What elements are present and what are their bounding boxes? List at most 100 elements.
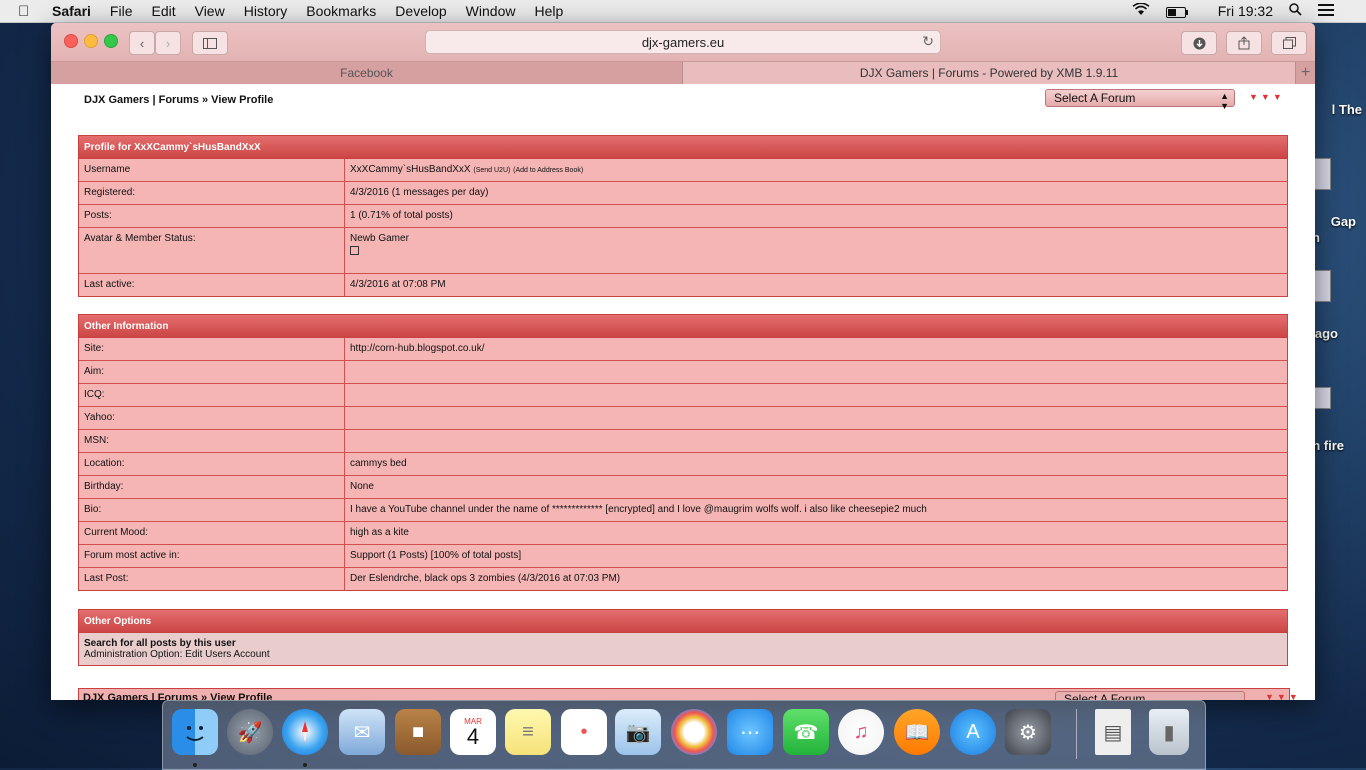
notes-icon[interactable]: ≡ [505, 709, 551, 755]
other-information-table: Other Information Site: http://corn-hub.… [78, 314, 1288, 591]
show-all-tabs-button[interactable] [1271, 31, 1307, 55]
search-posts-link[interactable]: Search for all posts by this user [84, 638, 1282, 649]
tab-djx-gamers[interactable]: DJX Gamers | Forums - Powered by XMB 1.9… [683, 62, 1296, 84]
address-text: djx-gamers.eu [641, 34, 725, 50]
menu-bookmarks[interactable]: Bookmarks [306, 3, 376, 19]
photos-icon[interactable] [671, 709, 717, 755]
row-value [345, 430, 1287, 452]
menubar-clock[interactable]: Fri 19:32 [1218, 3, 1273, 19]
reload-icon[interactable]: ↻ [922, 33, 934, 50]
notification-center-icon[interactable] [1318, 3, 1350, 19]
row-label: ICQ: [79, 384, 345, 406]
zoom-window-button[interactable] [104, 34, 118, 48]
trash-icon[interactable]: ▮ [1149, 709, 1189, 755]
table-row: ICQ: [79, 384, 1287, 407]
menu-app-safari[interactable]: Safari [52, 3, 91, 19]
minimize-window-button[interactable] [84, 34, 98, 48]
forum-most-active-link[interactable]: Support (1 Posts) [100% of total posts] [345, 545, 1287, 567]
back-button[interactable]: ‹ [129, 31, 155, 55]
bottom-forum-select-dropdown[interactable]: Select A Forum [1055, 691, 1245, 700]
tab-facebook[interactable]: Facebook [51, 62, 683, 84]
desktop-item-label[interactable]: n fire [1312, 438, 1344, 453]
reminders-icon[interactable]: • [561, 709, 607, 755]
row-label: Current Mood: [79, 522, 345, 544]
dock: 🚀 ✉ ■ MAR 4 ≡ • 📷 ⋯ ☎ ♫ 📖 A ⚙ ▤ ▮ [162, 700, 1206, 770]
table-row: Site: http://corn-hub.blogspot.co.uk/ [79, 338, 1287, 361]
dock-separator [1076, 709, 1077, 759]
row-label: Aim: [79, 361, 345, 383]
table-row: Registered: 4/3/2016 (1 messages per day… [79, 182, 1287, 205]
document-icon[interactable]: ▤ [1095, 709, 1131, 755]
system-preferences-icon[interactable]: ⚙ [1005, 709, 1051, 755]
chevron-left-icon: ‹ [139, 35, 145, 51]
menu-view[interactable]: View [195, 3, 225, 19]
admin-option-link[interactable]: Administration Option: Edit Users Accoun… [84, 649, 1282, 660]
row-label: MSN: [79, 430, 345, 452]
menu-file[interactable]: File [110, 3, 133, 19]
tabs-overview-icon [1282, 37, 1296, 49]
jump-arrows-icon[interactable]: ▼▼▼ [1249, 92, 1285, 102]
send-u2u-link[interactable]: (Send U2U) [473, 167, 510, 174]
safari-window: ‹ › djx-gamers.eu ↻ Facebook DJX Gamers … [51, 23, 1315, 700]
wifi-icon[interactable] [1132, 2, 1150, 19]
other-options-header: Other Options [79, 610, 1287, 633]
row-label: Forum most active in: [79, 545, 345, 567]
forum-select-dropdown[interactable]: Select A Forum ▲ ▼ [1045, 89, 1235, 111]
desktop-item-label[interactable]: ago [1315, 326, 1338, 341]
row-value: 4/3/2016 (1 messages per day) [350, 187, 489, 198]
chevron-right-icon: › [165, 35, 171, 51]
last-post-link[interactable]: Der Eslendrche, black ops 3 zombies (4/3… [345, 568, 1287, 590]
row-value [345, 407, 1287, 429]
apple-menu-icon[interactable]:  [18, 3, 38, 20]
profile-table: Profile for XxXCammy`sHusBandXxX Usernam… [78, 135, 1288, 297]
safari-icon[interactable] [282, 709, 328, 755]
breadcrumb[interactable]: DJX Gamers | Forums » View Profile [84, 94, 273, 106]
add-to-address-book-link[interactable]: (Add to Address Book) [513, 167, 583, 174]
menu-help[interactable]: Help [534, 3, 563, 19]
facetime-icon[interactable]: ☎ [783, 709, 829, 755]
bottom-jump-arrows-icon[interactable]: ▼▼▼ [1265, 692, 1301, 700]
tab-bar: Facebook DJX Gamers | Forums - Powered b… [51, 62, 1315, 85]
desktop-item-label[interactable]: l The [1332, 102, 1362, 117]
table-row: Last active: 4/3/2016 at 07:08 PM [79, 274, 1287, 296]
browser-toolbar: ‹ › djx-gamers.eu ↻ [51, 23, 1315, 62]
launchpad-icon[interactable]: 🚀 [227, 709, 273, 755]
messages-icon[interactable]: ⋯ [727, 709, 773, 755]
spotlight-search-icon[interactable] [1289, 3, 1302, 19]
ibooks-icon[interactable]: 📖 [894, 709, 940, 755]
calendar-day: 4 [466, 723, 480, 749]
menu-develop[interactable]: Develop [395, 3, 446, 19]
close-window-button[interactable] [64, 34, 78, 48]
table-row: Last Post: Der Eslendrche, black ops 3 z… [79, 568, 1287, 590]
contacts-icon[interactable]: ■ [395, 709, 441, 755]
mail-icon[interactable]: ✉ [339, 709, 385, 755]
bottom-breadcrumb[interactable]: DJX Gamers | Forums » View Profile [83, 692, 272, 700]
preview-icon[interactable]: 📷 [615, 709, 661, 755]
share-button[interactable] [1226, 31, 1262, 55]
new-tab-button[interactable]: + [1296, 62, 1315, 84]
calendar-icon[interactable]: MAR 4 [450, 709, 496, 755]
battery-icon[interactable] [1165, 3, 1202, 19]
row-label: Registered: [79, 182, 345, 204]
forward-button[interactable]: › [155, 31, 181, 55]
address-bar[interactable]: djx-gamers.eu ↻ [425, 30, 941, 54]
site-link[interactable]: http://corn-hub.blogspot.co.uk/ [345, 338, 1287, 360]
download-icon [1193, 37, 1205, 49]
app-store-icon[interactable]: A [950, 709, 996, 755]
row-label: Last Post: [79, 568, 345, 590]
desktop-item-label[interactable]: Gap [1331, 214, 1356, 229]
menu-window[interactable]: Window [466, 3, 516, 19]
downloads-button[interactable] [1181, 31, 1217, 55]
table-row: Bio: I have a YouTube channel under the … [79, 499, 1287, 522]
other-options-table: Other Options Search for all posts by th… [78, 609, 1288, 666]
row-label: Last active: [79, 274, 345, 296]
row-value [345, 384, 1287, 406]
row-label: Posts: [79, 205, 345, 227]
finder-icon[interactable] [172, 709, 218, 755]
row-label: Site: [79, 338, 345, 360]
itunes-icon[interactable]: ♫ [838, 709, 884, 755]
web-page: DJX Gamers | Forums » View Profile Selec… [51, 84, 1315, 700]
menu-history[interactable]: History [244, 3, 288, 19]
sidebar-toggle-button[interactable] [192, 31, 228, 55]
menu-edit[interactable]: Edit [151, 3, 175, 19]
